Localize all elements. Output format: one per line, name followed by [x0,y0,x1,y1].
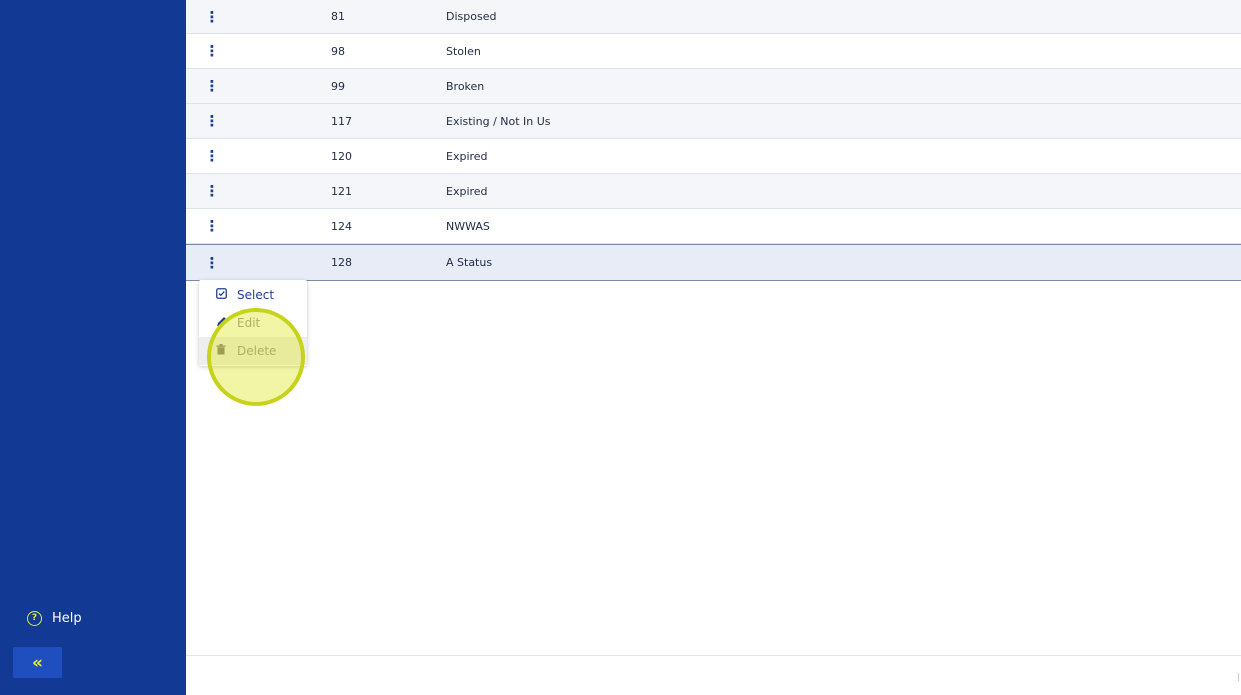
kebab-menu-icon[interactable]: ⋮ [205,112,220,130]
row-context-menu: Select Edit Delete [199,280,307,366]
row-id: 81 [331,10,345,23]
footer-divider [186,655,1241,656]
menu-item-select[interactable]: Select [199,281,307,309]
menu-item-label: Edit [237,316,261,330]
sidebar: ? Help « [0,0,186,695]
kebab-menu-icon[interactable]: ⋮ [205,217,220,235]
kebab-menu-icon[interactable]: ⋮ [205,42,220,60]
row-id: 99 [331,79,345,93]
table-row[interactable]: ⋮ 81 Disposed [186,0,1241,34]
help-label: Help [52,611,82,626]
menu-item-delete[interactable]: Delete [199,337,307,365]
row-id: 128 [331,256,352,269]
row-id: 98 [331,44,345,58]
row-name: Existing / Not In Us [446,114,551,128]
table-row[interactable]: ⋮ 121 Expired [186,174,1241,209]
row-id: 120 [331,149,352,163]
kebab-menu-icon[interactable]: ⋮ [205,254,220,272]
pencil-icon [214,316,228,330]
checkbox-icon [214,288,228,302]
row-name: NWWAS [446,219,490,233]
row-name: Broken [446,79,485,93]
question-circle-icon: ? [27,611,42,626]
double-chevron-left-icon: « [32,652,43,673]
row-name: Expired [446,184,488,198]
menu-item-label: Delete [237,344,277,358]
trash-icon [214,344,228,358]
row-name: Expired [446,149,488,163]
table-row[interactable]: ⋮ 124 NWWAS [186,209,1241,244]
kebab-menu-icon[interactable]: ⋮ [205,182,220,200]
collapse-sidebar-button[interactable]: « [13,647,62,678]
table-row[interactable]: ⋮ 120 Expired [186,139,1241,174]
row-id: 117 [331,114,352,128]
kebab-menu-icon[interactable]: ⋮ [205,8,220,26]
kebab-menu-icon[interactable]: ⋮ [205,77,220,95]
menu-item-label: Select [237,288,275,302]
row-id: 121 [331,184,352,198]
table-row-selected[interactable]: ⋮ 128 A Status [186,244,1241,281]
footer-tick [1238,673,1239,681]
help-link[interactable]: ? Help [27,611,82,626]
row-name: Disposed [446,10,497,23]
row-name: A Status [446,256,493,269]
row-name: Stolen [446,44,481,58]
table-row[interactable]: ⋮ 99 Broken [186,69,1241,104]
table-row[interactable]: ⋮ 117 Existing / Not In Us [186,104,1241,139]
row-id: 124 [331,219,352,233]
table-row[interactable]: ⋮ 98 Stolen [186,34,1241,69]
kebab-menu-icon[interactable]: ⋮ [205,147,220,165]
menu-item-edit[interactable]: Edit [199,309,307,337]
